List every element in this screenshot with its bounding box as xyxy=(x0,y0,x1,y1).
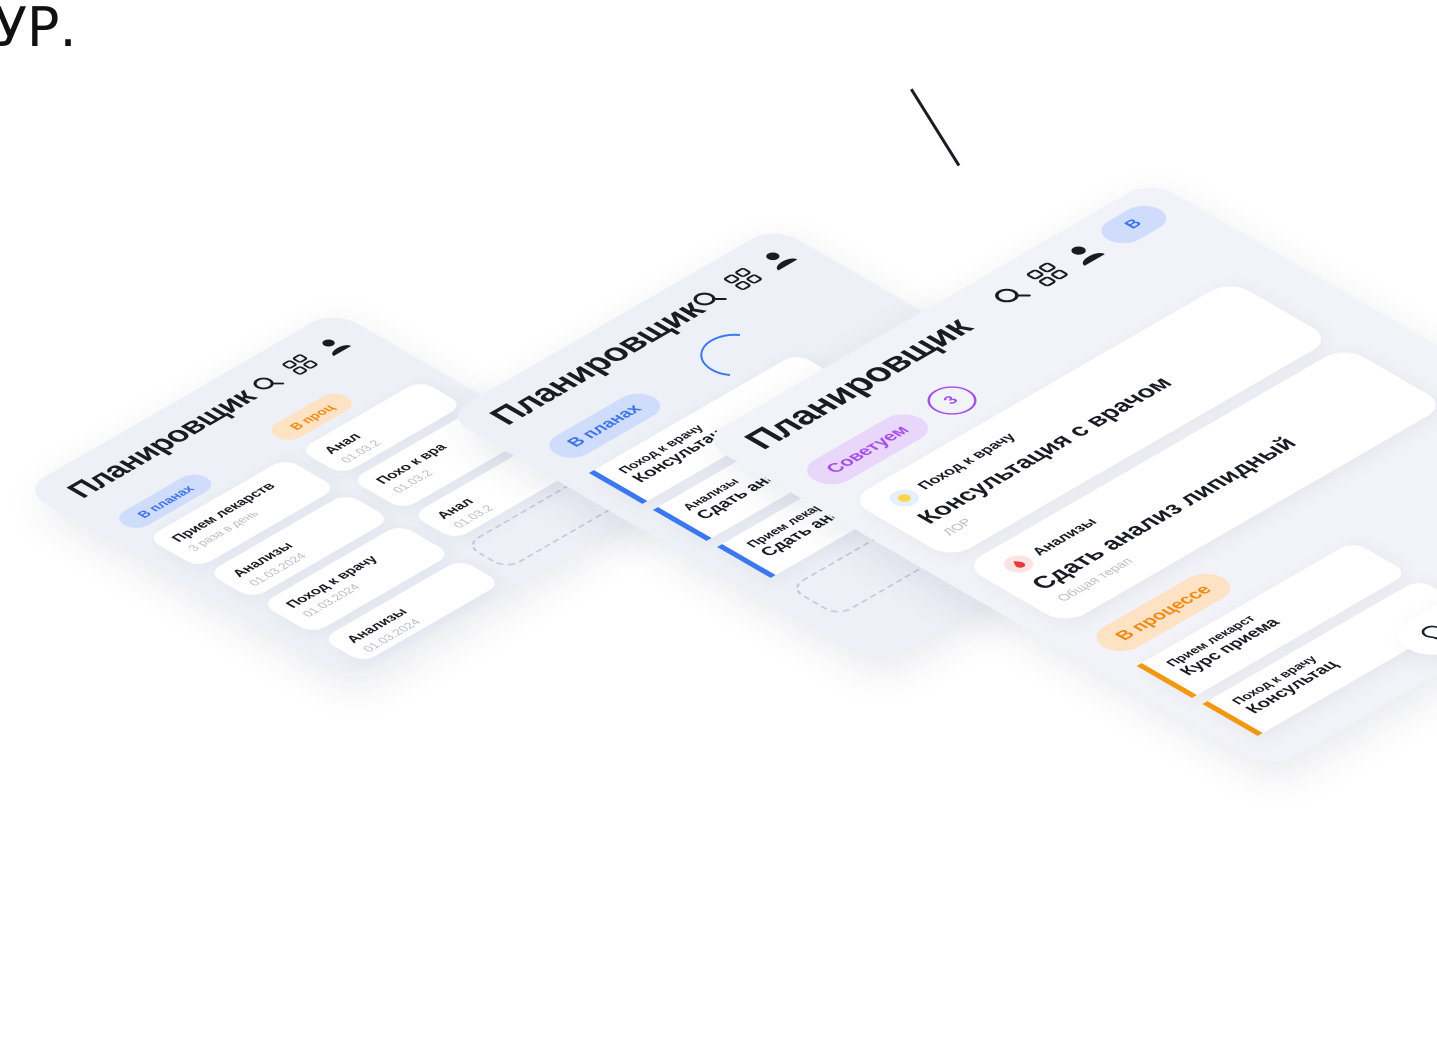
tab-in-plans[interactable]: В xyxy=(1092,200,1176,249)
grid-icon[interactable] xyxy=(720,266,765,292)
doctor-emoji-icon xyxy=(883,486,926,510)
isometric-scene: Планировщик В планах В проц Прием лекарс… xyxy=(0,0,1437,1039)
divider-line xyxy=(910,88,961,167)
grid-icon[interactable] xyxy=(1023,260,1071,288)
profile-icon[interactable] xyxy=(1060,239,1108,267)
grid-icon[interactable] xyxy=(279,353,321,377)
recommend-count-badge: 3 xyxy=(917,380,987,421)
search-icon[interactable] xyxy=(987,281,1035,309)
lightbulb-icon[interactable] xyxy=(1413,621,1437,647)
profile-icon[interactable] xyxy=(755,246,800,272)
loading-arc-icon xyxy=(700,333,741,376)
page-title: Планировщик xyxy=(60,384,264,503)
search-icon[interactable] xyxy=(246,372,288,396)
blood-drop-icon xyxy=(997,552,1040,576)
page-title: Планировщик xyxy=(480,295,713,430)
profile-icon[interactable] xyxy=(312,334,354,358)
